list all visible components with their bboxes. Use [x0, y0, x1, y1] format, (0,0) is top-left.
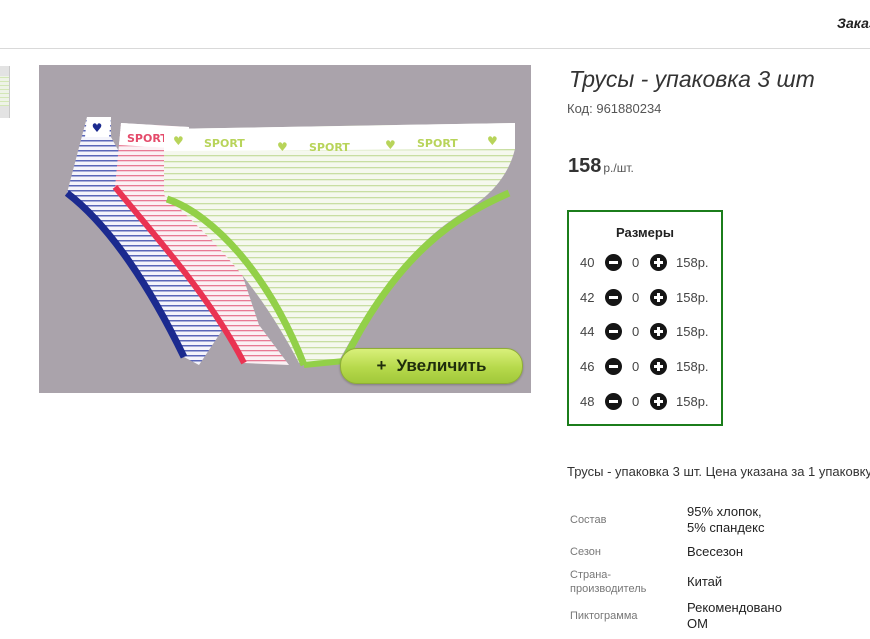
minus-icon[interactable]	[605, 393, 622, 410]
plus-icon[interactable]	[650, 289, 667, 306]
property-label-composition: Состав	[570, 514, 607, 526]
product-title: Трусы - упаковка 3 шт	[569, 66, 815, 92]
size-value: 46	[580, 359, 595, 374]
size-quantity: 0	[632, 359, 640, 374]
size-value: 44	[580, 324, 595, 339]
size-row: 46 0 158р.	[569, 357, 721, 377]
gallery-thumbnail[interactable]	[0, 66, 10, 118]
size-price: 158р.	[676, 255, 709, 270]
property-label-country: Страна- производитель	[570, 568, 646, 596]
product-code-value: 961880234	[596, 101, 662, 116]
svg-text:♥: ♥	[92, 121, 103, 135]
order-link[interactable]: Заказ	[837, 15, 870, 31]
size-price: 158р.	[676, 359, 709, 374]
size-value: 42	[580, 290, 595, 305]
property-label-pictogram: Пиктограмма	[570, 610, 638, 622]
svg-text:SPORT: SPORT	[204, 137, 245, 150]
top-bar: Заказ	[0, 0, 870, 49]
svg-text:SPORT: SPORT	[417, 137, 458, 150]
size-value: 40	[580, 255, 595, 270]
minus-icon[interactable]	[605, 289, 622, 306]
sizes-title: Размеры	[616, 225, 674, 240]
size-row: 44 0 158р.	[569, 322, 721, 342]
price-amount: 158	[568, 155, 602, 177]
price-unit: р./шт.	[603, 161, 634, 175]
svg-text:SPORT: SPORT	[127, 132, 168, 145]
svg-text:♥: ♥	[173, 134, 184, 148]
property-label-season: Сезон	[570, 546, 601, 558]
size-quantity: 0	[632, 394, 640, 409]
size-quantity: 0	[632, 255, 640, 270]
zoom-button[interactable]: + Увеличить	[340, 348, 523, 384]
size-quantity: 0	[632, 290, 640, 305]
property-label-line: производитель	[570, 583, 647, 595]
svg-text:♥: ♥	[385, 138, 396, 152]
property-value-line: Рекомендовано	[687, 600, 782, 615]
property-value-line: 95% хлопок,	[687, 504, 762, 519]
property-value-pictogram: Рекомендовано ОМ	[687, 600, 782, 632]
product-illustration: ♥ SPORT SPORT SPORT SPORT ♥ ♥ ♥ ♥	[64, 117, 515, 368]
size-price: 158р.	[676, 394, 709, 409]
product-description: Трусы - упаковка 3 шт. Цена указана за 1…	[567, 464, 870, 479]
size-row: 42 0 158р.	[569, 288, 721, 308]
zoom-button-label: Увеличить	[396, 356, 487, 375]
plus-icon[interactable]	[650, 323, 667, 340]
size-price: 158р.	[676, 324, 709, 339]
size-value: 48	[580, 394, 595, 409]
size-quantity: 0	[632, 324, 640, 339]
sizes-panel: Размеры 40 0 158р. 42 0 158р. 44 0 158р.…	[567, 210, 723, 426]
size-price: 158р.	[676, 290, 709, 305]
minus-icon[interactable]	[605, 323, 622, 340]
property-value-line: ОМ	[687, 616, 708, 631]
product-photo[interactable]: ♥ SPORT SPORT SPORT SPORT ♥ ♥ ♥ ♥	[39, 65, 531, 393]
minus-icon[interactable]	[605, 358, 622, 375]
property-label-line: Страна-	[570, 569, 612, 581]
plus-icon[interactable]	[650, 254, 667, 271]
property-value-season: Всесезон	[687, 544, 744, 559]
svg-text:SPORT: SPORT	[309, 141, 350, 154]
minus-icon[interactable]	[605, 254, 622, 271]
svg-text:♥: ♥	[277, 140, 288, 154]
property-value-country: Китай	[687, 574, 723, 589]
product-code: Код: 961880234	[567, 101, 661, 116]
size-row: 48 0 158р.	[569, 392, 721, 412]
svg-text:♥: ♥	[487, 134, 498, 148]
product-code-label: Код:	[567, 101, 593, 116]
property-value-line: 5% спандекс	[687, 520, 765, 535]
plus-icon[interactable]	[650, 358, 667, 375]
property-value-composition: 95% хлопок, 5% спандекс	[687, 504, 765, 536]
plus-icon: +	[376, 356, 387, 375]
plus-icon[interactable]	[650, 393, 667, 410]
product-price: 158 р./шт.	[568, 155, 634, 178]
size-row: 40 0 158р.	[569, 253, 721, 273]
